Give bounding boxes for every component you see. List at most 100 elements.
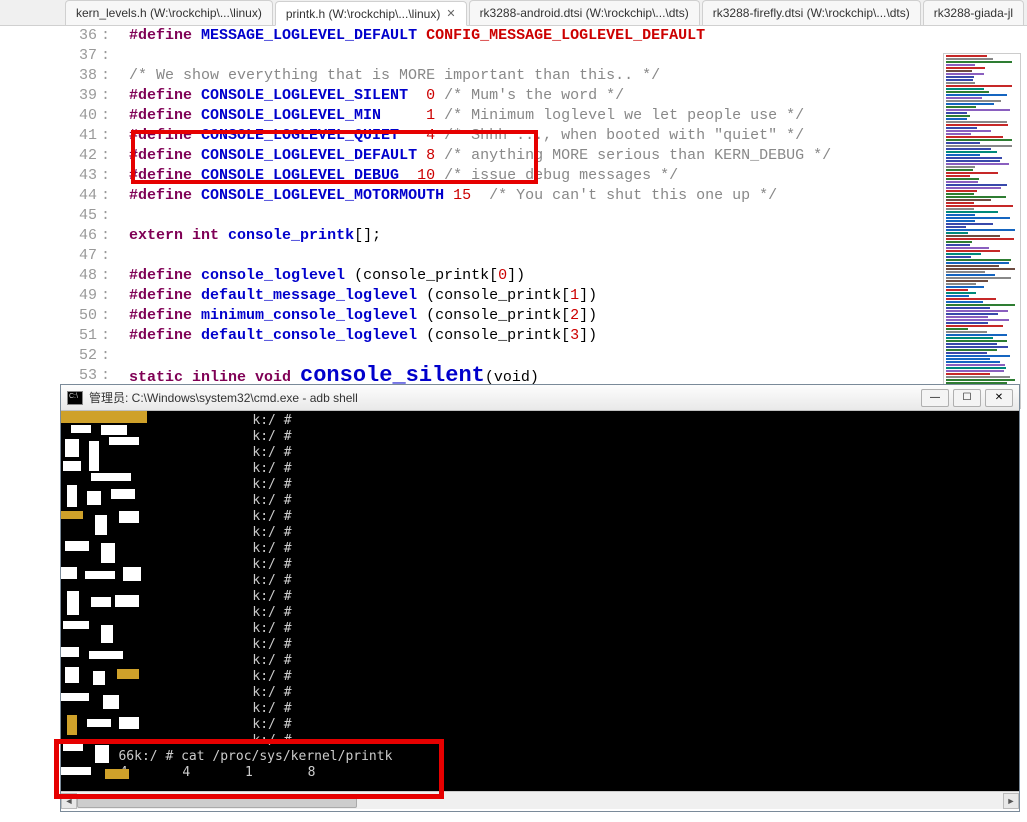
code-line[interactable]: 52: bbox=[65, 346, 1027, 366]
code-text bbox=[111, 346, 129, 366]
code-line[interactable]: 41: #define CONSOLE_LOGLEVEL_QUIET 4 /* … bbox=[65, 126, 1027, 146]
line-number: 42 bbox=[65, 146, 101, 166]
line-number: 46 bbox=[65, 226, 101, 246]
terminal-line: k:/ # bbox=[65, 477, 1015, 493]
code-editor[interactable]: 36: #define MESSAGE_LOGLEVEL_DEFAULT CON… bbox=[0, 26, 1027, 386]
terminal-body[interactable]: k:/ # k:/ # k:/ # k:/ # k:/ # k:/ # k:/ … bbox=[61, 411, 1019, 791]
terminal-line: k:/ # bbox=[65, 605, 1015, 621]
tab-label: rk3288-android.dtsi (W:\rockchip\...\dts… bbox=[480, 6, 689, 20]
code-line[interactable]: 45: bbox=[65, 206, 1027, 226]
line-number: 38 bbox=[65, 66, 101, 86]
line-number: 48 bbox=[65, 266, 101, 286]
terminal-titlebar[interactable]: 管理员: C:\Windows\system32\cmd.exe - adb s… bbox=[61, 385, 1019, 411]
tab-kern-levels[interactable]: kern_levels.h (W:\rockchip\...\linux) bbox=[65, 0, 273, 25]
code-line[interactable]: 47: bbox=[65, 246, 1027, 266]
code-text: #define CONSOLE_LOGLEVEL_MOTORMOUTH 15 /… bbox=[111, 186, 777, 206]
code-line[interactable]: 36: #define MESSAGE_LOGLEVEL_DEFAULT CON… bbox=[65, 26, 1027, 46]
terminal-line: k:/ # bbox=[65, 589, 1015, 605]
minimize-button[interactable]: — bbox=[921, 389, 949, 407]
line-number: 44 bbox=[65, 186, 101, 206]
tab-printk-h[interactable]: printk.h (W:\rockchip\...\linux) ✕ bbox=[275, 1, 467, 26]
tab-rk3288-firefly[interactable]: rk3288-firefly.dtsi (W:\rockchip\...\dts… bbox=[702, 0, 921, 25]
terminal-line: k:/ # bbox=[65, 509, 1015, 525]
terminal-output-line: 4 4 1 8 bbox=[65, 765, 1015, 781]
terminal-line: k:/ # bbox=[65, 557, 1015, 573]
tab-label: kern_levels.h (W:\rockchip\...\linux) bbox=[76, 6, 262, 20]
terminal-line: k:/ # bbox=[65, 653, 1015, 669]
code-line[interactable]: 51: #define default_console_loglevel (co… bbox=[65, 326, 1027, 346]
code-line[interactable]: 43: #define CONSOLE_LOGLEVEL_DEBUG 10 /*… bbox=[65, 166, 1027, 186]
code-line[interactable]: 44: #define CONSOLE_LOGLEVEL_MOTORMOUTH … bbox=[65, 186, 1027, 206]
maximize-button[interactable]: ☐ bbox=[953, 389, 981, 407]
code-text: #define MESSAGE_LOGLEVEL_DEFAULT CONFIG_… bbox=[111, 26, 705, 46]
terminal-glitch-art bbox=[61, 411, 147, 791]
terminal-window: 管理员: C:\Windows\system32\cmd.exe - adb s… bbox=[60, 384, 1020, 812]
code-line[interactable]: 39: #define CONSOLE_LOGLEVEL_SILENT 0 /*… bbox=[65, 86, 1027, 106]
line-number: 47 bbox=[65, 246, 101, 266]
line-number: 43 bbox=[65, 166, 101, 186]
line-number: 50 bbox=[65, 306, 101, 326]
line-number: 41 bbox=[65, 126, 101, 146]
tab-label: rk3288-giada-jl bbox=[934, 6, 1013, 20]
terminal-line: k:/ # bbox=[65, 717, 1015, 733]
line-number: 36 bbox=[65, 26, 101, 46]
line-number: 39 bbox=[65, 86, 101, 106]
code-line[interactable]: 37: bbox=[65, 46, 1027, 66]
tab-rk3288-giada[interactable]: rk3288-giada-jl bbox=[923, 0, 1024, 25]
code-line[interactable]: 38: /* We show everything that is MORE i… bbox=[65, 66, 1027, 86]
code-text: /* We show everything that is MORE impor… bbox=[111, 66, 660, 86]
code-text bbox=[111, 46, 129, 66]
line-number: 52 bbox=[65, 346, 101, 366]
terminal-line: k:/ # bbox=[65, 637, 1015, 653]
line-number: 45 bbox=[65, 206, 101, 226]
terminal-line: k:/ # bbox=[65, 573, 1015, 589]
line-number: 37 bbox=[65, 46, 101, 66]
terminal-line: k:/ # bbox=[65, 541, 1015, 557]
tab-rk3288-android[interactable]: rk3288-android.dtsi (W:\rockchip\...\dts… bbox=[469, 0, 700, 25]
terminal-line: k:/ # bbox=[65, 461, 1015, 477]
terminal-command-line: 66k:/ # cat /proc/sys/kernel/printk bbox=[65, 749, 1015, 765]
terminal-line: k:/ # bbox=[65, 701, 1015, 717]
terminal-line: k:/ # bbox=[65, 685, 1015, 701]
terminal-scrollbar[interactable]: ◄ ► bbox=[61, 791, 1019, 809]
terminal-line: k:/ # bbox=[65, 621, 1015, 637]
code-line[interactable]: 42: #define CONSOLE_LOGLEVEL_DEFAULT 8 /… bbox=[65, 146, 1027, 166]
close-button[interactable]: ✕ bbox=[985, 389, 1013, 407]
terminal-line: k:/ # bbox=[65, 413, 1015, 429]
terminal-line: k:/ # bbox=[65, 525, 1015, 541]
code-text: #define CONSOLE_LOGLEVEL_DEBUG 10 /* iss… bbox=[111, 166, 678, 186]
code-line[interactable]: 50: #define minimum_console_loglevel (co… bbox=[65, 306, 1027, 326]
code-text: #define console_loglevel (console_printk… bbox=[111, 266, 525, 286]
code-line[interactable]: 40: #define CONSOLE_LOGLEVEL_MIN 1 /* Mi… bbox=[65, 106, 1027, 126]
scroll-left-arrow-icon[interactable]: ◄ bbox=[61, 793, 77, 809]
terminal-line: k:/ # bbox=[65, 669, 1015, 685]
code-text bbox=[111, 206, 129, 226]
tab-close-icon[interactable]: ✕ bbox=[446, 7, 455, 20]
line-number: 40 bbox=[65, 106, 101, 126]
code-text: #define CONSOLE_LOGLEVEL_DEFAULT 8 /* an… bbox=[111, 146, 831, 166]
code-text: extern int console_printk[]; bbox=[111, 226, 381, 246]
scroll-thumb[interactable] bbox=[77, 794, 357, 808]
terminal-line: k:/ # bbox=[65, 493, 1015, 509]
code-text bbox=[111, 246, 129, 266]
code-text: #define CONSOLE_LOGLEVEL_SILENT 0 /* Mum… bbox=[111, 86, 624, 106]
minimap[interactable] bbox=[943, 53, 1021, 409]
tab-label: rk3288-firefly.dtsi (W:\rockchip\...\dts… bbox=[713, 6, 910, 20]
terminal-line: k:/ # bbox=[65, 733, 1015, 749]
terminal-line: k:/ # bbox=[65, 429, 1015, 445]
terminal-title: 管理员: C:\Windows\system32\cmd.exe - adb s… bbox=[89, 389, 921, 406]
code-line[interactable]: 49: #define default_message_loglevel (co… bbox=[65, 286, 1027, 306]
terminal-line: k:/ # bbox=[65, 445, 1015, 461]
editor-tab-bar: kern_levels.h (W:\rockchip\...\linux) pr… bbox=[0, 0, 1027, 26]
line-number: 51 bbox=[65, 326, 101, 346]
scroll-right-arrow-icon[interactable]: ► bbox=[1003, 793, 1019, 809]
tab-label: printk.h (W:\rockchip\...\linux) bbox=[286, 7, 441, 21]
code-line[interactable]: 46: extern int console_printk[]; bbox=[65, 226, 1027, 246]
code-text: #define CONSOLE_LOGLEVEL_MIN 1 /* Minimu… bbox=[111, 106, 804, 126]
code-text: #define CONSOLE_LOGLEVEL_QUIET 4 /* Shhh… bbox=[111, 126, 804, 146]
line-number: 49 bbox=[65, 286, 101, 306]
code-line[interactable]: 48: #define console_loglevel (console_pr… bbox=[65, 266, 1027, 286]
code-text: #define minimum_console_loglevel (consol… bbox=[111, 306, 597, 326]
editor-left-margin bbox=[0, 26, 65, 386]
code-text: #define default_console_loglevel (consol… bbox=[111, 326, 597, 346]
